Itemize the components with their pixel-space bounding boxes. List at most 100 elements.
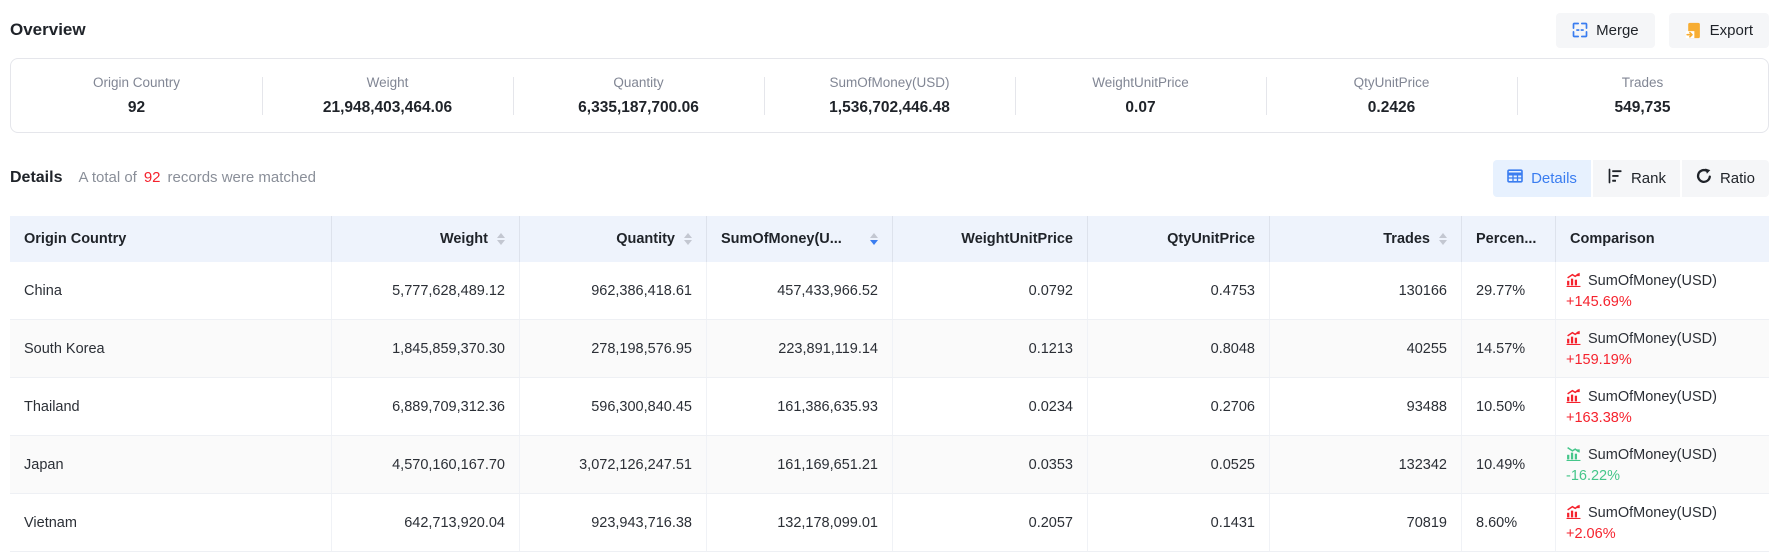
export-button-label: Export bbox=[1710, 22, 1753, 39]
stat-value: 21,948,403,464.06 bbox=[262, 99, 513, 117]
stat-value: 0.07 bbox=[1015, 99, 1266, 117]
cell-quantity: 596,300,840.45 bbox=[520, 378, 707, 435]
cell-percentage: 10.50% bbox=[1462, 378, 1556, 435]
col-header-quantity[interactable]: Quantity bbox=[520, 216, 707, 262]
summary-prefix: A total of bbox=[78, 169, 136, 186]
stat-label: Quantity bbox=[513, 75, 764, 90]
tab-rank[interactable]: Rank bbox=[1593, 160, 1680, 197]
cell-quantity: 3,072,126,247.51 bbox=[520, 436, 707, 493]
table-row-japan[interactable]: Japan 4,570,160,167.70 3,072,126,247.51 … bbox=[10, 436, 1769, 494]
cell-trades: 93488 bbox=[1270, 378, 1462, 435]
cell-country: Thailand bbox=[10, 378, 332, 435]
record-count: 92 bbox=[144, 169, 161, 186]
merge-icon bbox=[1572, 22, 1588, 38]
cell-qty-unit-price: 0.0525 bbox=[1088, 436, 1270, 493]
bar-chart-up-icon bbox=[1566, 330, 1581, 349]
stat-label: QtyUnitPrice bbox=[1266, 75, 1517, 90]
table-row-south-korea[interactable]: South Korea 1,845,859,370.30 278,198,576… bbox=[10, 320, 1769, 378]
col-header-weight[interactable]: Weight bbox=[332, 216, 520, 262]
cell-weight: 6,889,709,312.36 bbox=[332, 378, 520, 435]
sort-carets bbox=[684, 233, 692, 245]
comparison-change: +145.69% bbox=[1566, 294, 1632, 310]
tab-details[interactable]: Details bbox=[1493, 160, 1591, 197]
stat-weight-unit-price: WeightUnitPrice 0.07 bbox=[1015, 71, 1266, 121]
table-row-thailand[interactable]: Thailand 6,889,709,312.36 596,300,840.45… bbox=[10, 378, 1769, 436]
details-heading: Details A total of92records were matched bbox=[10, 169, 316, 187]
export-icon bbox=[1685, 22, 1702, 39]
cell-weight-unit-price: 0.0234 bbox=[893, 378, 1088, 435]
col-header-weight-unit-price: WeightUnitPrice bbox=[893, 216, 1088, 262]
stat-origin-country: Origin Country 92 bbox=[11, 71, 262, 121]
cell-weight: 4,570,160,167.70 bbox=[332, 436, 520, 493]
table-icon bbox=[1507, 168, 1523, 188]
table-row-china[interactable]: China 5,777,628,489.12 962,386,418.61 45… bbox=[10, 262, 1769, 320]
bar-chart-up-icon bbox=[1566, 504, 1581, 523]
cell-comparison: SumOfMoney(USD) -16.22% bbox=[1556, 436, 1769, 493]
stat-weight: Weight 21,948,403,464.06 bbox=[262, 71, 513, 121]
stat-label: WeightUnitPrice bbox=[1015, 75, 1266, 90]
cell-weight: 5,777,628,489.12 bbox=[332, 262, 520, 319]
table-body: China 5,777,628,489.12 962,386,418.61 45… bbox=[10, 262, 1769, 552]
stat-value: 549,735 bbox=[1517, 99, 1768, 117]
cell-qty-unit-price: 0.1431 bbox=[1088, 494, 1270, 551]
cell-trades: 132342 bbox=[1270, 436, 1462, 493]
stat-sum-of-money: SumOfMoney(USD) 1,536,702,446.48 bbox=[764, 71, 1015, 121]
col-header-trades[interactable]: Trades bbox=[1270, 216, 1462, 262]
cell-weight: 642,713,920.04 bbox=[332, 494, 520, 551]
col-header-sum-of-money[interactable]: SumOfMoney(U... bbox=[707, 216, 893, 262]
cell-trades: 40255 bbox=[1270, 320, 1462, 377]
cell-percentage: 29.77% bbox=[1462, 262, 1556, 319]
cell-qty-unit-price: 0.2706 bbox=[1088, 378, 1270, 435]
cell-trades: 130166 bbox=[1270, 262, 1462, 319]
cell-weight-unit-price: 0.1213 bbox=[893, 320, 1088, 377]
comparison-change: +159.19% bbox=[1566, 352, 1632, 368]
comparison-metric: SumOfMoney(USD) bbox=[1588, 331, 1717, 347]
cell-qty-unit-price: 0.8048 bbox=[1088, 320, 1270, 377]
cell-country: South Korea bbox=[10, 320, 332, 377]
stat-qty-unit-price: QtyUnitPrice 0.2426 bbox=[1266, 71, 1517, 121]
stat-trades: Trades 549,735 bbox=[1517, 71, 1768, 121]
tab-rank-label: Rank bbox=[1631, 170, 1666, 187]
cell-sum-of-money: 457,433,966.52 bbox=[707, 262, 893, 319]
cell-comparison: SumOfMoney(USD) +145.69% bbox=[1556, 262, 1769, 319]
stat-quantity: Quantity 6,335,187,700.06 bbox=[513, 71, 764, 121]
cell-comparison: SumOfMoney(USD) +163.38% bbox=[1556, 378, 1769, 435]
cell-comparison: SumOfMoney(USD) +2.06% bbox=[1556, 494, 1769, 551]
records-summary: A total of92records were matched bbox=[78, 169, 315, 186]
comparison-metric: SumOfMoney(USD) bbox=[1588, 273, 1717, 289]
cell-weight: 1,845,859,370.30 bbox=[332, 320, 520, 377]
cell-sum-of-money: 161,386,635.93 bbox=[707, 378, 893, 435]
cell-weight-unit-price: 0.0353 bbox=[893, 436, 1088, 493]
stat-label: Trades bbox=[1517, 75, 1768, 90]
view-tabs: Details Rank Ratio bbox=[1493, 160, 1769, 197]
cell-sum-of-money: 132,178,099.01 bbox=[707, 494, 893, 551]
merge-button[interactable]: Merge bbox=[1556, 13, 1655, 48]
cell-sum-of-money: 161,169,651.21 bbox=[707, 436, 893, 493]
cell-country: China bbox=[10, 262, 332, 319]
cell-percentage: 10.49% bbox=[1462, 436, 1556, 493]
cell-trades: 70819 bbox=[1270, 494, 1462, 551]
bar-chart-up-icon bbox=[1566, 388, 1581, 407]
comparison-change: -16.22% bbox=[1566, 468, 1620, 484]
bar-chart-down-icon bbox=[1566, 446, 1581, 465]
cell-qty-unit-price: 0.4753 bbox=[1088, 262, 1270, 319]
top-bar: Overview Merge Export bbox=[0, 0, 1779, 48]
details-table: Origin Country Weight Quantity SumOfMone… bbox=[10, 216, 1769, 552]
details-title: Details bbox=[10, 169, 62, 187]
cell-quantity: 923,943,716.38 bbox=[520, 494, 707, 551]
cell-percentage: 8.60% bbox=[1462, 494, 1556, 551]
toolbar: Merge Export bbox=[1556, 13, 1769, 48]
stat-value: 1,536,702,446.48 bbox=[764, 99, 1015, 117]
export-button[interactable]: Export bbox=[1669, 13, 1769, 48]
stat-label: Weight bbox=[262, 75, 513, 90]
col-header-percentage: Percen... bbox=[1462, 216, 1556, 262]
table-row-vietnam[interactable]: Vietnam 642,713,920.04 923,943,716.38 13… bbox=[10, 494, 1769, 552]
tab-details-label: Details bbox=[1531, 170, 1577, 187]
rank-icon bbox=[1607, 168, 1623, 188]
stat-value: 0.2426 bbox=[1266, 99, 1517, 117]
cell-country: Japan bbox=[10, 436, 332, 493]
tab-ratio[interactable]: Ratio bbox=[1682, 160, 1769, 197]
comparison-metric: SumOfMoney(USD) bbox=[1588, 447, 1717, 463]
bar-chart-up-icon bbox=[1566, 272, 1581, 291]
page-title: Overview bbox=[10, 20, 86, 40]
